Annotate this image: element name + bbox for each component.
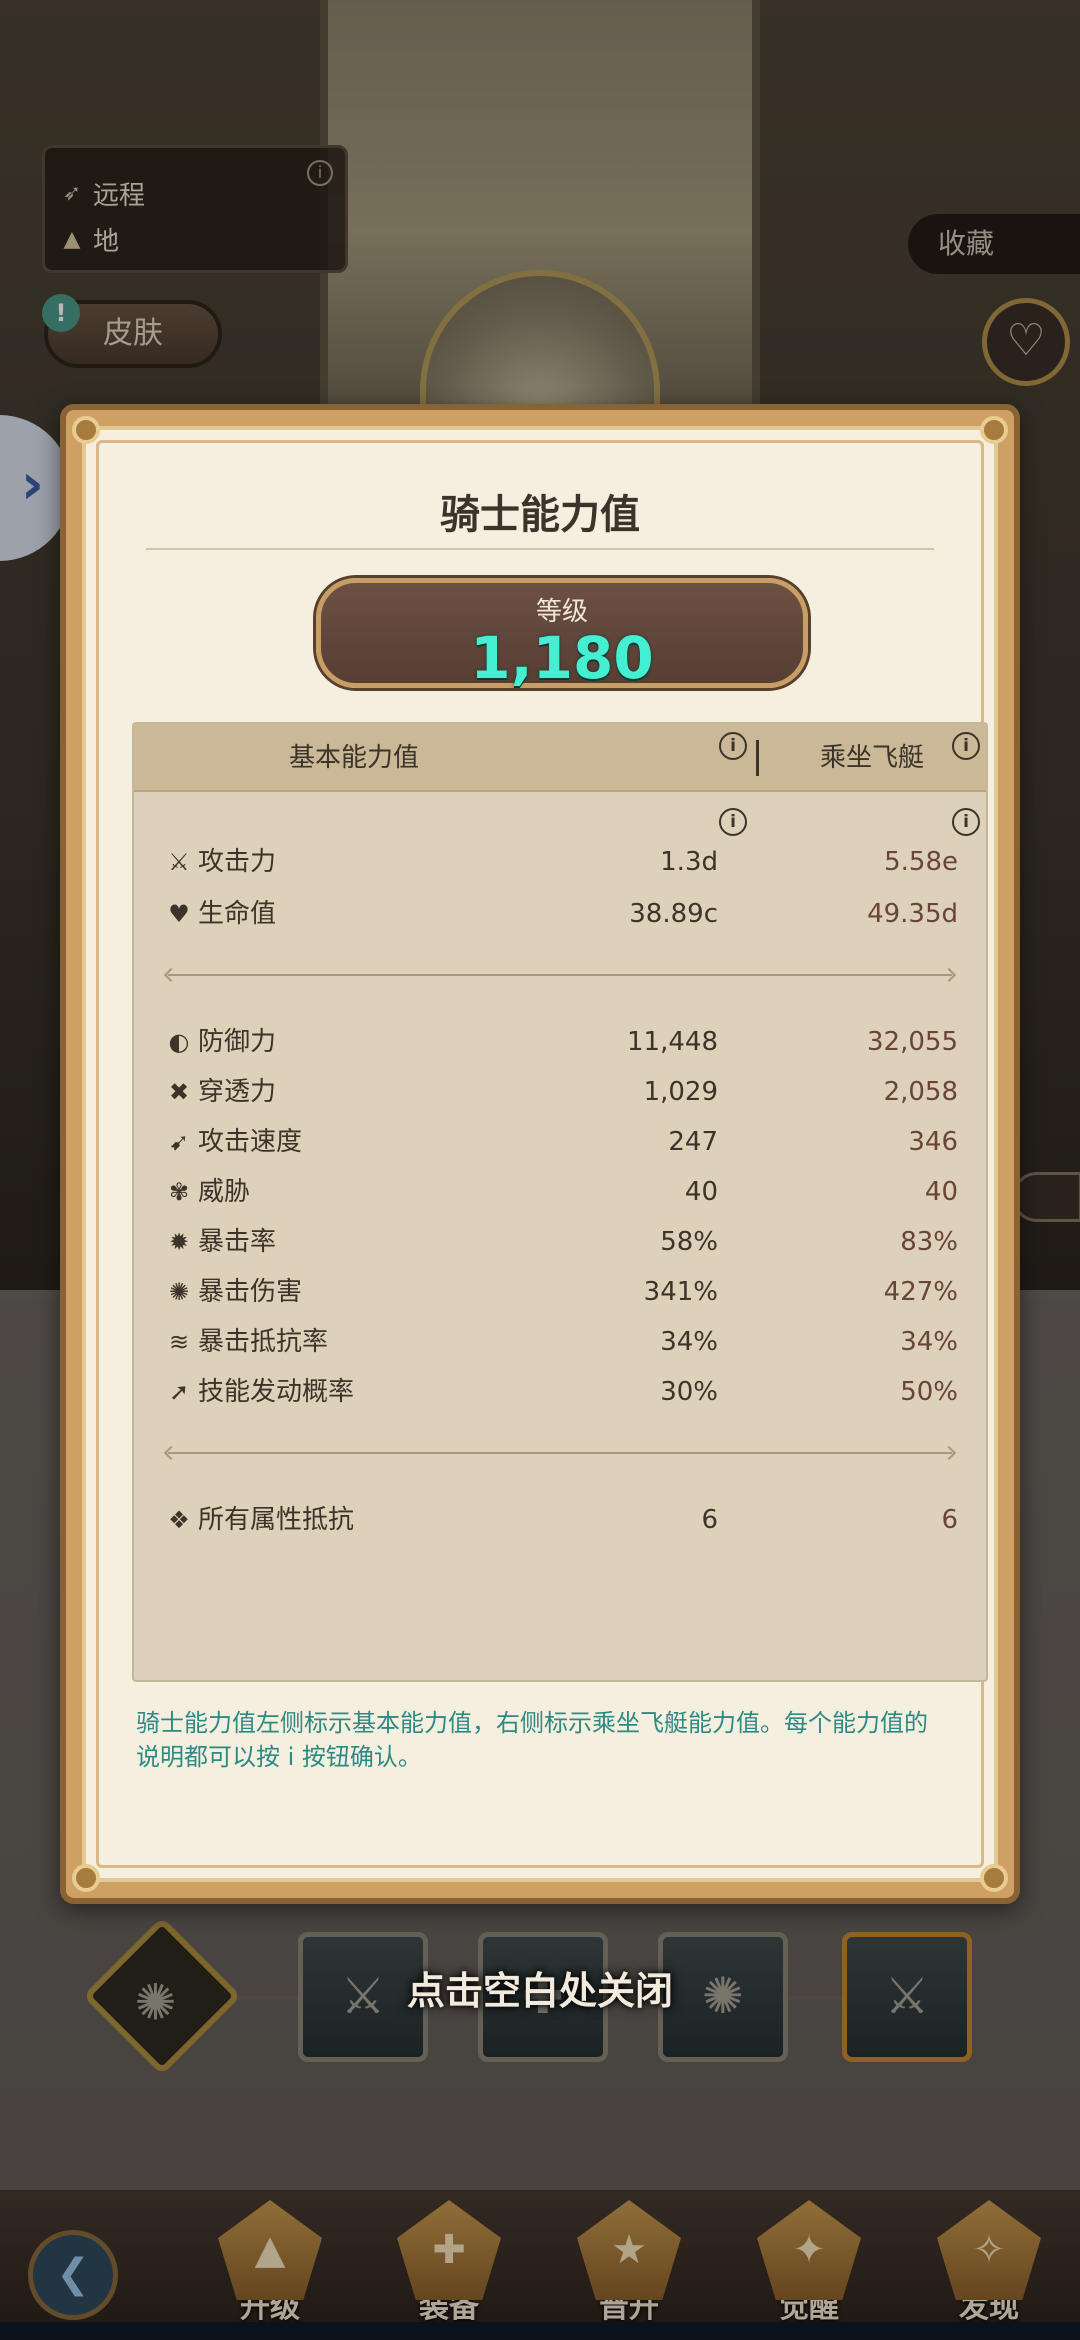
stat-mount-value: 2,058	[883, 1077, 958, 1107]
stat-row-attack: ⚔ 攻击力 1.3d 5.58e	[134, 834, 986, 890]
shield-half-icon: ◐	[168, 1028, 190, 1056]
stat-row-hp: ♥ 生命值 38.89c 49.35d	[134, 886, 986, 942]
stat-mount-value: 49.35d	[867, 899, 958, 929]
stat-base-value: 1,029	[643, 1077, 718, 1107]
column-header-base: 基本能力值	[288, 743, 419, 773]
stat-row-crit-damage: ✺ 暴击伤害 341% 427%	[134, 1264, 986, 1320]
knight-stats-modal: 骑士能力值 等级 1,180 基本能力值 i 乘坐飞艇 i i i ⚔ 攻击力 …	[60, 404, 1020, 1904]
stat-name: 攻击力	[198, 847, 277, 877]
stat-row-crit-resist: ≋ 暴击抵抗率 34% 34%	[134, 1314, 986, 1370]
stat-mount-value: 34%	[900, 1327, 958, 1357]
stat-row-crit-rate: ✹ 暴击率 58% 83%	[134, 1214, 986, 1270]
crit-rate-icon: ✹	[168, 1228, 190, 1256]
element-resist-icon: ❖	[168, 1506, 190, 1534]
table-header: 基本能力值 i 乘坐飞艇 i	[134, 724, 986, 792]
stat-name: 暴击伤害	[198, 1277, 303, 1307]
column-header-mount: 乘坐飞艇	[819, 743, 924, 773]
base-header-info-icon[interactable]: i	[719, 732, 747, 760]
threat-icon: ✾	[168, 1178, 190, 1206]
level-value: 1,180	[470, 624, 654, 692]
corner-ornament	[980, 1864, 1008, 1892]
stats-table: 基本能力值 i 乘坐飞艇 i i i ⚔ 攻击力 1.3d 5.58e ♥ 生命…	[132, 722, 988, 1682]
stat-base-value: 1.3d	[660, 847, 718, 877]
stat-name: 所有属性抵抗	[198, 1505, 355, 1535]
stat-base-value: 40	[684, 1177, 718, 1207]
stat-base-value: 30%	[660, 1377, 718, 1407]
crit-resist-icon: ≋	[168, 1328, 190, 1356]
stat-base-value: 58%	[660, 1227, 718, 1257]
stat-row-attack-speed: ➹ 攻击速度 247 346	[134, 1114, 986, 1170]
stat-mount-value: 5.58e	[884, 847, 958, 877]
stat-mount-value: 427%	[883, 1277, 958, 1307]
stat-mount-value: 346	[908, 1127, 958, 1157]
stat-row-threat: ✾ 威胁 40 40	[134, 1164, 986, 1220]
heart-plus-icon: ♥	[168, 900, 190, 928]
stat-base-value: 6	[701, 1505, 718, 1535]
stat-base-value: 341%	[643, 1277, 718, 1307]
title-divider	[146, 548, 934, 550]
stats-divider	[168, 974, 952, 976]
stat-base-value: 38.89c	[629, 899, 718, 929]
stat-name: 暴击抵抗率	[198, 1327, 329, 1357]
level-label: 等级	[535, 597, 588, 627]
stat-row-skill-proc: ➚ 技能发动概率 30% 50%	[134, 1364, 986, 1420]
stat-mount-value: 83%	[900, 1227, 958, 1257]
stat-name: 暴击率	[198, 1227, 277, 1257]
skill-proc-icon: ➚	[168, 1378, 190, 1406]
stats-help-note: 骑士能力值左侧标示基本能力值，右侧标示乘坐飞艇能力值。每个能力值的说明都可以按 …	[136, 1709, 928, 1771]
stat-base-value: 247	[668, 1127, 718, 1157]
stat-row-element-resist: ❖ 所有属性抵抗 6 6	[134, 1492, 986, 1548]
stat-name: 威胁	[198, 1177, 251, 1207]
stat-base-value: 11,448	[627, 1027, 718, 1057]
base-stats-info-icon[interactable]: i	[719, 808, 747, 836]
stat-name: 技能发动概率	[198, 1377, 355, 1407]
modal-panel: 骑士能力值 等级 1,180 基本能力值 i 乘坐飞艇 i i i ⚔ 攻击力 …	[82, 426, 998, 1882]
corner-ornament	[72, 1864, 100, 1892]
stat-mount-value: 50%	[900, 1377, 958, 1407]
level-display: 等级 1,180	[316, 578, 808, 692]
corner-ornament	[980, 416, 1008, 444]
attack-speed-icon: ➹	[168, 1128, 190, 1156]
stat-mount-value: 40	[924, 1177, 958, 1207]
pierce-icon: ✖	[168, 1078, 190, 1106]
crit-damage-icon: ✺	[168, 1278, 190, 1306]
stats-divider	[168, 1452, 952, 1454]
corner-ornament	[72, 416, 100, 444]
mount-stats-info-icon[interactable]: i	[952, 808, 980, 836]
stat-base-value: 34%	[660, 1327, 718, 1357]
stat-row-penetration: ✖ 穿透力 1,029 2,058	[134, 1064, 986, 1120]
stat-name: 生命值	[198, 899, 277, 929]
stat-name: 防御力	[198, 1027, 277, 1057]
sword-icon: ⚔	[168, 848, 190, 876]
stat-mount-value: 32,055	[867, 1027, 958, 1057]
stat-mount-value: 6	[941, 1505, 958, 1535]
tap-to-close-hint: 点击空白处关闭	[406, 1969, 673, 2013]
stat-name: 穿透力	[198, 1077, 277, 1107]
stat-row-defense: ◐ 防御力 11,448 32,055	[134, 1014, 986, 1070]
stat-name: 攻击速度	[198, 1127, 303, 1157]
mount-header-info-icon[interactable]: i	[952, 732, 980, 760]
modal-title: 骑士能力值	[440, 492, 640, 538]
